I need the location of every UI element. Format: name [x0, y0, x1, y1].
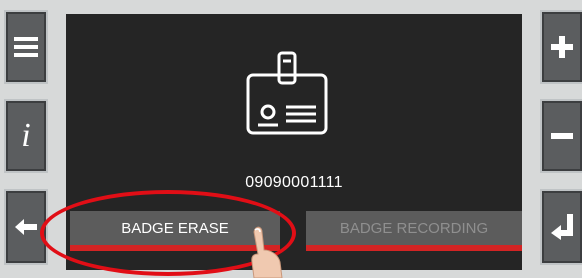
info-icon: i: [21, 117, 31, 154]
badge-recording-button[interactable]: BADGE RECORDING: [306, 211, 522, 251]
back-button[interactable]: [4, 189, 48, 265]
badge-erase-button[interactable]: BADGE ERASE: [70, 211, 280, 251]
plus-button[interactable]: [540, 10, 582, 84]
id-badge-icon: [246, 51, 328, 135]
menu-button[interactable]: [4, 10, 48, 84]
arrow-left-icon: [15, 219, 37, 235]
display-screen: 09090001111 BADGE ERASE BADGE RECORDING: [66, 14, 522, 270]
badge-number: 09090001111: [245, 174, 343, 191]
info-button[interactable]: i: [4, 99, 48, 173]
plus-icon: [551, 36, 573, 58]
minus-icon: [551, 133, 573, 139]
pointing-finger-icon: [251, 226, 283, 278]
minus-button[interactable]: [540, 99, 582, 173]
enter-return-icon: [551, 214, 573, 240]
enter-button[interactable]: [540, 189, 582, 265]
badge-erase-label: BADGE ERASE: [121, 219, 229, 237]
menu-icon: [14, 37, 38, 57]
badge-recording-label: BADGE RECORDING: [339, 219, 489, 237]
